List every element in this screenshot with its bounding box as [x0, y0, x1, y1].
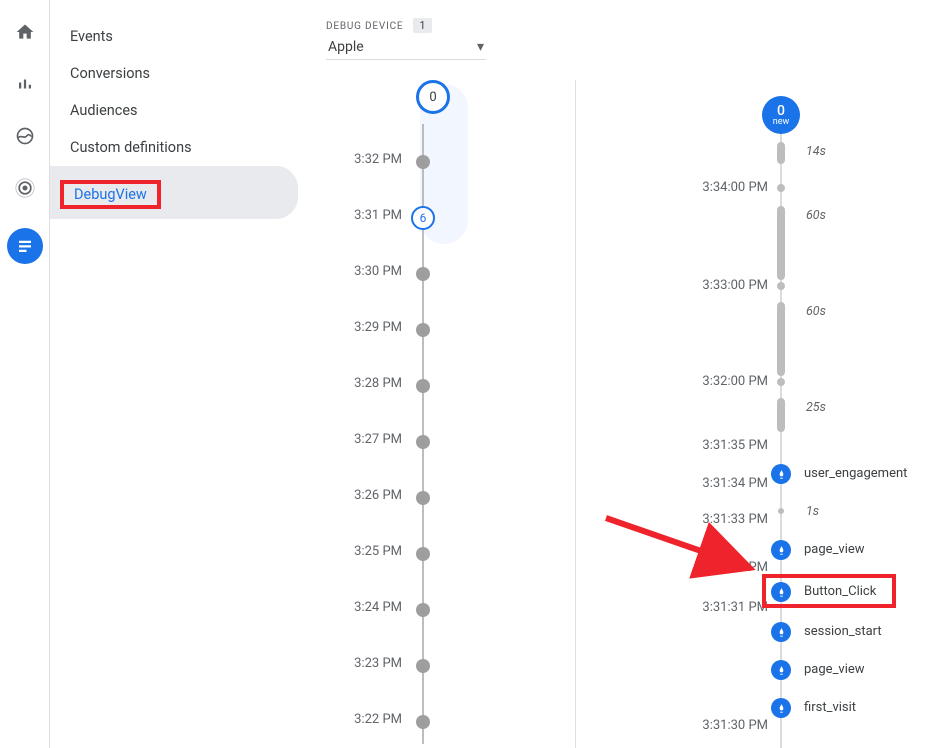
stream-gap-label: 1s [806, 504, 819, 519]
nav-explore-icon[interactable] [13, 124, 37, 148]
stream-tick-dot [778, 508, 784, 514]
nav-realtime-icon[interactable] [13, 176, 37, 200]
minute-row[interactable]: 3:26 PM [332, 482, 555, 538]
minute-row[interactable]: 3:31 PM 6 [332, 202, 555, 258]
stream-time-label: 3:31:32 PM [682, 560, 768, 575]
event-name[interactable]: user_engagement [804, 466, 907, 481]
live-count-bubble[interactable]: 0 [416, 80, 450, 114]
minute-dot [416, 547, 430, 561]
minute-row[interactable]: 3:29 PM [332, 314, 555, 370]
minute-row[interactable]: 3:23 PM [332, 650, 555, 706]
stream-gap-segment [777, 142, 785, 164]
event-name[interactable]: page_view [804, 542, 865, 557]
minute-time: 3:24 PM [332, 600, 402, 615]
event-name[interactable]: session_start [804, 624, 882, 639]
sidebar-item-events[interactable]: Events [50, 18, 298, 55]
minute-time: 3:23 PM [332, 656, 402, 671]
minute-time: 3:22 PM [332, 712, 402, 727]
minute-dot [416, 267, 430, 281]
debug-device-select[interactable]: Apple ▾ [326, 33, 486, 60]
minute-dot [416, 435, 430, 449]
nav-reports-icon[interactable] [13, 72, 37, 96]
stream-time-label: 3:31:33 PM [682, 512, 768, 527]
stream-time-label: 3:33:00 PM [682, 278, 768, 293]
minute-time: 3:30 PM [332, 264, 402, 279]
stream-gap-segment [777, 206, 785, 280]
sidebar-item-conversions[interactable]: Conversions [50, 55, 298, 92]
event-icon[interactable] [771, 540, 791, 560]
minute-time: 3:25 PM [332, 544, 402, 559]
stream-new-bubble[interactable]: 0 new [762, 96, 800, 134]
minute-dot [416, 323, 430, 337]
minute-row[interactable]: 3:25 PM [332, 538, 555, 594]
sidebar-item-custom-definitions[interactable]: Custom definitions [50, 129, 298, 166]
stream-gap-label: 25s [806, 400, 826, 415]
debug-device-selected: Apple [328, 39, 364, 55]
minute-row[interactable]: 3:24 PM [332, 594, 555, 650]
annotation-highlight-event [762, 574, 896, 608]
minute-time: 3:27 PM [332, 432, 402, 447]
event-stream-panel: 0 new 14s 60s 60s 25s 3:34:00 PM 3:33:00 PM 3:… [575, 80, 927, 748]
stream-gap-label: 14s [806, 144, 826, 159]
sidebar-item-debugview[interactable]: DebugView [50, 166, 298, 219]
stream-time-label: 3:31:34 PM [682, 476, 768, 491]
minute-time: 3:26 PM [332, 488, 402, 503]
stream-gap-segment [777, 302, 785, 376]
event-name[interactable]: first_visit [804, 700, 856, 715]
minute-time: 3:31 PM [332, 208, 402, 223]
minute-dot [416, 659, 430, 673]
minute-row[interactable]: 3:30 PM [332, 258, 555, 314]
event-icon[interactable] [771, 464, 791, 484]
stream-time-label: 3:32:00 PM [682, 374, 768, 389]
stream-time-label: 3:31:35 PM [682, 438, 768, 453]
minute-time: 3:29 PM [332, 320, 402, 335]
chevron-down-icon: ▾ [477, 39, 484, 55]
minute-time: 3:32 PM [332, 152, 402, 167]
minute-timeline-panel: DEBUG DEVICE 1 Apple ▾ 0 3:32 PM 3:31 PM 6… [298, 0, 575, 748]
stream-bubble-label: new [773, 117, 790, 127]
stream-tick-dot [777, 184, 785, 192]
sidebar-item-audiences[interactable]: Audiences [50, 92, 298, 129]
stream-gap-label: 60s [806, 304, 826, 319]
nav-home-icon[interactable] [13, 20, 37, 44]
minute-row[interactable]: 3:22 PM [332, 706, 555, 748]
event-icon[interactable] [771, 622, 791, 642]
event-name[interactable]: page_view [804, 662, 865, 677]
stream-gap-segment [777, 398, 785, 432]
minute-dot [416, 715, 430, 729]
nav-configure-icon[interactable] [7, 228, 43, 264]
minute-dot [416, 491, 430, 505]
debug-device-count: 1 [413, 18, 431, 33]
minute-dot [416, 155, 430, 169]
left-rail [0, 0, 50, 748]
minute-row[interactable]: 3:27 PM [332, 426, 555, 482]
minute-dot [416, 603, 430, 617]
minute-count-circle[interactable]: 6 [411, 206, 435, 230]
annotation-highlight-debugview: DebugView [60, 180, 161, 209]
debug-device-label: DEBUG DEVICE [326, 21, 403, 32]
minute-dot [416, 379, 430, 393]
minute-row[interactable]: 3:28 PM [332, 370, 555, 426]
minute-row[interactable]: 3:32 PM [332, 146, 555, 202]
minute-time: 3:28 PM [332, 376, 402, 391]
event-icon[interactable] [771, 698, 791, 718]
stream-tick-dot [777, 282, 785, 290]
stream-time-label: 3:34:00 PM [682, 180, 768, 195]
event-icon[interactable] [771, 660, 791, 680]
sidebar: Events Conversions Audiences Custom defi… [50, 0, 298, 748]
stream-gap-label: 60s [806, 208, 826, 223]
stream-time-label: 3:31:30 PM [682, 718, 768, 733]
stream-tick-dot [777, 378, 785, 386]
stream-time-label: 3:31:31 PM [682, 600, 768, 615]
sidebar-item-label: DebugView [74, 186, 147, 203]
